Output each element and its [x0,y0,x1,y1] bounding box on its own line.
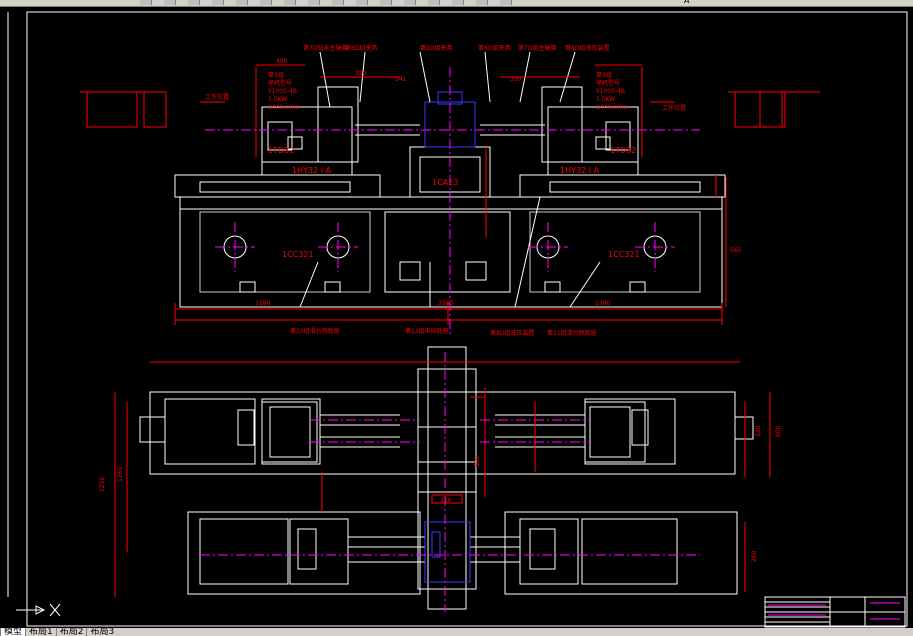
dim-3560: 3560 [438,300,453,307]
toolbar-button[interactable] [260,0,272,5]
tab-layout3[interactable]: 布局3 [86,628,117,636]
cad-toolbar: A [0,0,913,7]
plan-dim-320: 320 [755,425,762,437]
plan-dim-500: 500 [474,455,481,467]
toolbar-button[interactable] [476,0,488,5]
toolbar-button[interactable] [404,0,416,5]
tab-layout2[interactable]: 布局2 [55,628,87,636]
toolbar-button[interactable] [308,0,320,5]
callout-bottom-4: 第11组滑台侧底座 [547,329,597,337]
toolbar-button[interactable] [284,0,296,5]
center-column [427,346,467,610]
dim-320: 320 [355,70,367,77]
callout-bottom-2: 第12组中间底座 [405,327,449,335]
toolbar-button[interactable] [236,0,248,5]
plan-blue-part [424,521,471,583]
left-slide-table [174,174,381,198]
dim-541: 541 [395,76,407,83]
right-spec-5: 1440r/min [596,104,627,111]
drawing-frame [26,11,908,627]
right-spec-2: 电机型号 [596,79,620,87]
toolbar-button[interactable] [380,0,392,5]
tab-model[interactable]: 模型 [0,628,26,636]
cad-drawing-canvas[interactable]: 第7D钻床主轴箱 第6D组夹具 第2D组夹具 第6D组夹具 第7D组主轴箱 第4… [0,7,913,628]
tab-layout1[interactable]: 布局1 [25,628,56,636]
plan-dim-260: 260 [751,550,758,562]
base-bed [179,196,723,308]
right-work-label: 工作位置 [662,104,686,112]
left-head-label: 1TD32 [268,146,294,155]
callout-5: 第7D组主轴箱 [518,44,556,52]
dim-1390: 1390 [595,300,610,307]
plan-dimensions [114,361,771,597]
plan-dim-1250: 1250 [99,477,106,492]
plan-view [139,346,754,610]
right-slide-label: 1HY32 I A [560,166,600,175]
right-slide-table [519,174,726,198]
left-base-label: 1CC321 [282,250,314,259]
title-block [764,596,906,628]
left-spec-1: 第3组 [268,71,284,79]
callout-2: 第6D组夹具 [345,44,377,52]
right-spec-3: Y100S-4B [595,88,625,95]
left-spec-2: 电机型号 [268,79,292,87]
toolbar-button[interactable] [164,0,176,5]
left-spec-4: 1.5KW [268,96,287,103]
ucs-icon [16,603,61,617]
toolbar-button[interactable] [500,0,512,5]
left-spec-5: 1440r/min [268,104,299,111]
center-fixture-label: 1CA23 [432,178,458,187]
toolbar-button[interactable] [332,0,344,5]
component-labels: 1TD32 1TD32 1HY32 I A 1HY32 I A 1CC321 1… [268,146,640,259]
callout-bottom-1: 第10组滑台侧底座 [290,327,340,335]
dim-400: 400 [276,58,288,65]
toolbar-text-style-label: A [684,0,690,5]
left-slide-label: 1HY32 I A [292,166,332,175]
right-spec-1: 第3组 [596,71,612,79]
lower-unit [187,511,421,595]
left-work-label: 工作位置 [205,93,229,101]
callout-6: 第4D组液压装置 [565,44,609,52]
right-base-label: 1CC321 [608,250,640,259]
dim-1190: 1190 [255,300,270,307]
toolbar-button[interactable] [452,0,464,5]
plan-centerlines [200,352,700,612]
right-spec-4: 1.5KW [596,96,615,103]
callout-1: 第7D钻床主轴箱 [303,44,347,52]
toolbar-button[interactable] [356,0,368,5]
layout-tabs: 模型 布局1 布局2 布局3 [0,628,913,636]
toolbar-button[interactable] [212,0,224,5]
toolbar-button[interactable] [188,0,200,5]
plan-dim-1260: 1260 [117,467,124,482]
toolbar-button[interactable] [140,0,152,5]
left-spec-3: Y100S-4B [267,88,297,95]
dim-565: 565 [730,247,742,254]
plan-dim-310: 310 [440,497,452,504]
callout-bottom-3: 第8D组液压装置 [490,329,534,337]
toolbar-button[interactable] [428,0,440,5]
callout-4: 第6D组夹具 [478,44,510,52]
plan-dim-800: 800 [775,425,782,437]
right-head-label: 1TD32 [610,146,636,155]
dim-330: 330 [510,76,522,83]
callout-3: 第2D组夹具 [420,44,452,52]
elevation-labels: 第7D钻床主轴箱 第6D组夹具 第2D组夹具 第6D组夹具 第7D组主轴箱 第4… [205,44,742,337]
